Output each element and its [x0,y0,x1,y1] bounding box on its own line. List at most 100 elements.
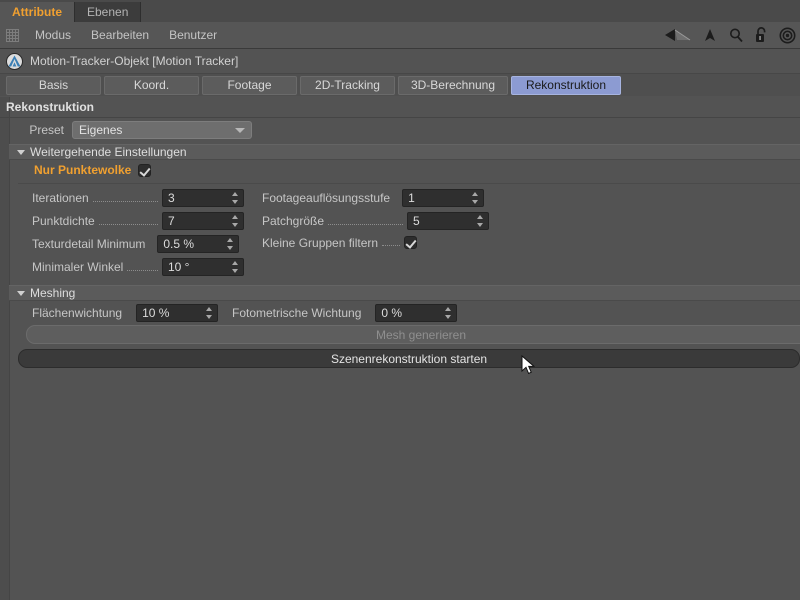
object-title: Motion-Tracker-Objekt [Motion Tracker] [30,54,239,68]
kleine-gruppen-filtern-row: Kleine Gruppen filtern [262,235,417,250]
tab-footage[interactable]: Footage [202,75,297,95]
texturdetail-minimum-value: 0.5 % [163,237,195,251]
patchgroesse-row: Patchgröße 5 [262,212,489,230]
szenenrekonstruktion-starten-label: Szenenrekonstruktion starten [330,351,488,366]
preset-dropdown[interactable]: Eigenes [72,121,252,139]
minimaler-winkel-row: Minimaler Winkel 10 ° [32,258,244,276]
kleine-gruppen-filtern-checkbox[interactable] [404,236,417,249]
preset-value: Eigenes [79,123,123,137]
group-header-meshing[interactable]: Meshing [9,285,800,301]
tab-3d-berechnung[interactable]: 3D-Berechnung [398,75,508,95]
chevron-down-icon [235,128,245,133]
nur-punktewolke-row: Nur Punktewolke [34,163,152,177]
dot-leader [365,306,371,316]
triangle-down-icon [17,149,25,155]
menu-bar: Modus Bearbeiten Benutzer [0,22,800,49]
triangle-down-icon [17,290,25,296]
punktdichte-row: Punktdichte 7 [32,212,244,230]
mesh-generieren-label: Mesh generieren [375,327,467,342]
fotometrische-wichtung-field[interactable]: 0 % [375,304,458,322]
flaechenwichtung-row: Flächenwichtung 10 % [32,304,218,322]
patchgroesse-label: Patchgröße [262,214,325,228]
minimaler-winkel-value: 10 ° [168,260,190,274]
footageaufloesungsstufe-row: Footageauflösungsstufe 1 [262,189,489,207]
group-header-meshing-label: Meshing [30,286,76,300]
lock-icon[interactable] [754,26,769,44]
footageaufloesungsstufe-field[interactable]: 1 [402,189,485,207]
tab-rekonstruktion-label: Rekonstruktion [525,78,607,92]
patchgroesse-value: 5 [413,214,420,228]
menu-item-bearbeiten[interactable]: Bearbeiten [81,22,159,48]
punktdichte-field[interactable]: 7 [162,212,244,230]
window-tab-ebenen-label: Ebenen [87,5,129,19]
tab-2d-tracking[interactable]: 2D-Tracking [300,75,395,95]
group-header-advanced[interactable]: Weitergehende Einstellungen [9,144,800,160]
spinner-arrows-icon[interactable] [232,261,239,273]
szenenrekonstruktion-starten-button[interactable]: Szenenrekonstruktion starten [18,349,800,368]
nur-punktewolke-label: Nur Punktewolke [34,163,132,177]
tab-koord[interactable]: Koord. [104,75,199,95]
fotometrische-wichtung-value: 0 % [381,306,403,320]
dot-leader [149,237,153,247]
attribute-manager-window: Attribute Ebenen Modus Bearbeiten Benutz… [0,0,800,600]
footageaufloesungsstufe-label: Footageauflösungsstufe [262,191,391,205]
texturdetail-minimum-field[interactable]: 0.5 % [157,235,240,253]
preset-label: Preset [29,123,64,137]
back-arrow-icon[interactable] [662,27,692,43]
tab-basis[interactable]: Basis [6,75,101,95]
panel-gutter [0,97,10,600]
group-header-advanced-label: Weitergehende Einstellungen [30,145,187,159]
texturdetail-minimum-label: Texturdetail Minimum [32,237,146,251]
tab-rekonstruktion[interactable]: Rekonstruktion [511,75,621,95]
grip-dots-icon[interactable] [6,28,19,42]
spinner-arrows-icon[interactable] [472,192,479,204]
dot-leader [98,214,158,225]
window-tab-ebenen[interactable]: Ebenen [75,2,142,22]
spinner-arrows-icon[interactable] [232,192,239,204]
tab-basis-label: Basis [38,78,69,92]
iterationen-row: Iterationen 3 [32,189,244,207]
kleine-gruppen-filtern-label: Kleine Gruppen filtern [262,235,379,250]
dot-leader [92,191,158,202]
window-tab-attribute[interactable]: Attribute [0,2,75,22]
flaechenwichtung-value: 10 % [142,306,170,320]
search-icon[interactable] [728,27,744,43]
spinner-arrows-icon[interactable] [227,238,234,250]
nur-punktewolke-checkbox[interactable] [138,163,152,177]
up-arrow-icon[interactable] [702,27,718,43]
spinner-arrows-icon[interactable] [206,307,213,319]
flaechenwichtung-label: Flächenwichtung [32,306,123,320]
iterationen-value: 3 [168,191,175,205]
dot-leader [126,306,132,316]
preset-row: Preset Eigenes [9,121,259,139]
menu-item-modus[interactable]: Modus [25,22,81,48]
punktdichte-value: 7 [168,214,175,228]
menu-bar-icons [662,22,796,48]
fotometrische-wichtung-label: Fotometrische Wichtung [232,306,362,320]
iterationen-field[interactable]: 3 [162,189,244,207]
tab-2d-tracking-label: 2D-Tracking [315,78,380,92]
spinner-arrows-icon[interactable] [477,215,484,227]
punktdichte-label: Punktdichte [32,214,95,228]
object-header: Motion-Tracker-Objekt [Motion Tracker] [0,49,800,74]
footageaufloesungsstufe-value: 1 [408,191,415,205]
target-icon[interactable] [779,27,796,44]
tab-koord-label: Koord. [133,78,170,92]
highlight-separator [18,183,800,184]
motion-tracker-object-icon [6,52,23,70]
dot-leader [382,235,400,246]
menu-item-benutzer[interactable]: Benutzer [159,22,227,48]
object-tab-bar: Basis Koord. Footage 2D-Tracking 3D-Bere… [0,74,800,96]
texturdetail-minimum-row: Texturdetail Minimum 0.5 % [32,235,244,253]
spinner-arrows-icon[interactable] [445,307,452,319]
minimaler-winkel-label: Minimaler Winkel [32,260,124,274]
dot-leader [328,214,403,225]
tab-footage-label: Footage [227,78,272,92]
minimaler-winkel-field[interactable]: 10 ° [162,258,244,276]
window-tab-bar: Attribute Ebenen [0,0,800,22]
flaechenwichtung-field[interactable]: 10 % [136,304,218,322]
fotometrische-wichtung-row: Fotometrische Wichtung 0 % [232,304,469,322]
spinner-arrows-icon[interactable] [232,215,239,227]
patchgroesse-field[interactable]: 5 [407,212,489,230]
iterationen-label: Iterationen [32,191,89,205]
